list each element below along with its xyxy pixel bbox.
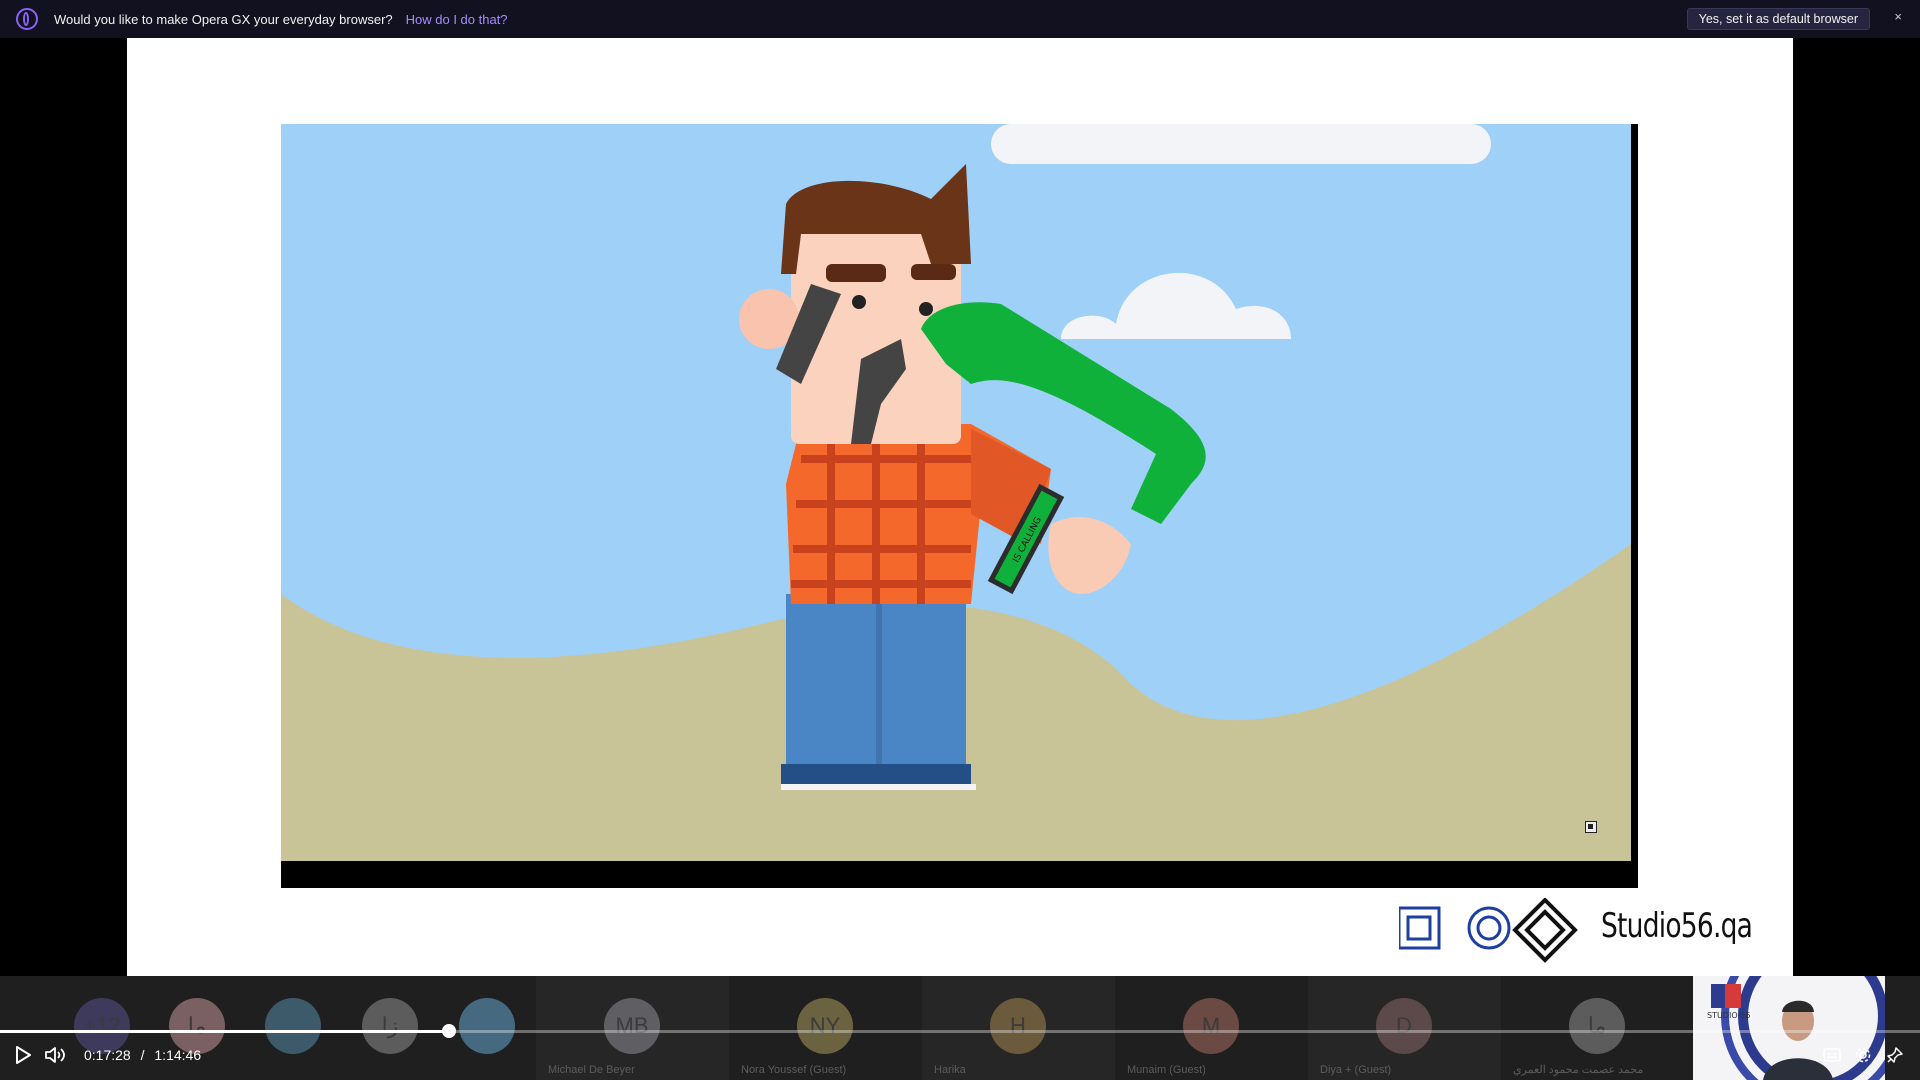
time-separator: /: [140, 1047, 145, 1063]
participant-avatar: ما: [1569, 998, 1625, 1054]
participant-tile[interactable]: ما: [149, 976, 245, 1080]
shared-slide: IS CALLING Studio56.qa: [127, 38, 1793, 976]
participant-avatar: M: [1183, 998, 1239, 1054]
participant-avatar: H: [990, 998, 1046, 1054]
captions-icon: [1823, 1048, 1841, 1062]
progress-bar[interactable]: [0, 1024, 1920, 1038]
settings-icon: [1855, 1047, 1871, 1063]
total-time: 1:14:46: [154, 1047, 202, 1063]
participant-strip: +12 ما زا MB Michael De Beyer NY Nora Youssef …: [0, 976, 1920, 1080]
participant-tile[interactable]: ما محمد عصمت محمود العمري: [1501, 976, 1694, 1080]
cartoon-scene: IS CALLING: [281, 124, 1631, 861]
participant-name: Munaim (Guest): [1127, 1064, 1206, 1076]
playback-time: 0:17:28 / 1:14:46: [84, 1047, 201, 1063]
volume-button[interactable]: [44, 1044, 68, 1066]
cloud-top: [991, 124, 1491, 164]
participant-name: Harika: [934, 1064, 966, 1076]
infobar-message: Would you like to make Opera GX your eve…: [54, 11, 393, 27]
participant-tile[interactable]: +12: [54, 976, 150, 1080]
participant-avatar: NY: [797, 998, 853, 1054]
participant-name: Diya + (Guest): [1320, 1064, 1392, 1076]
pin-button[interactable]: [1884, 1044, 1906, 1066]
self-view-logo-text: STUDIO 56: [1707, 1011, 1750, 1020]
participant-avatar: [459, 998, 515, 1054]
participant-name: Nora Youssef (Guest): [741, 1064, 847, 1076]
participant-tile[interactable]: [245, 976, 341, 1080]
pin-icon: [1887, 1047, 1903, 1063]
progress-thumb[interactable]: [441, 1024, 456, 1038]
play-icon: [16, 1046, 31, 1064]
participant-name: محمد عصمت محمود العمري: [1513, 1064, 1644, 1076]
participant-tile[interactable]: D Diya + (Guest): [1308, 976, 1501, 1080]
brand-name: Studio56.qa: [1601, 906, 1753, 946]
progress-fill: [0, 1030, 449, 1033]
participant-tile[interactable]: NY Nora Youssef (Guest): [729, 976, 922, 1080]
participant-avatar: [265, 998, 321, 1054]
participant-avatar: D: [1376, 998, 1432, 1054]
opera-logo-icon: [16, 8, 38, 30]
settings-button[interactable]: [1852, 1044, 1874, 1066]
current-time: 0:17:28: [84, 1047, 131, 1063]
video-overlay-icon: [1585, 821, 1597, 833]
participant-avatar: +12: [74, 998, 130, 1054]
participant-tile[interactable]: H Harika: [922, 976, 1115, 1080]
participant-tile[interactable]: M Munaim (Guest): [1115, 976, 1308, 1080]
captions-button[interactable]: [1821, 1045, 1843, 1065]
infobar-close-icon[interactable]: ×: [1894, 9, 1902, 24]
participant-name: Michael De Beyer: [548, 1064, 635, 1076]
how-do-i-do-that-link[interactable]: How do I do that?: [406, 12, 508, 27]
participant-avatar: MB: [604, 998, 660, 1054]
default-browser-infobar: Would you like to make Opera GX your eve…: [0, 0, 1920, 38]
set-default-browser-button[interactable]: Yes, set it as default browser: [1686, 8, 1870, 30]
participant-avatar: زا: [362, 998, 418, 1054]
participant-avatar: ما: [169, 998, 225, 1054]
participant-tile[interactable]: زا: [342, 976, 438, 1080]
embedded-video: IS CALLING: [281, 124, 1638, 888]
participant-tile[interactable]: MB Michael De Beyer: [536, 976, 729, 1080]
play-button[interactable]: [12, 1044, 34, 1066]
volume-icon: [45, 1047, 65, 1063]
